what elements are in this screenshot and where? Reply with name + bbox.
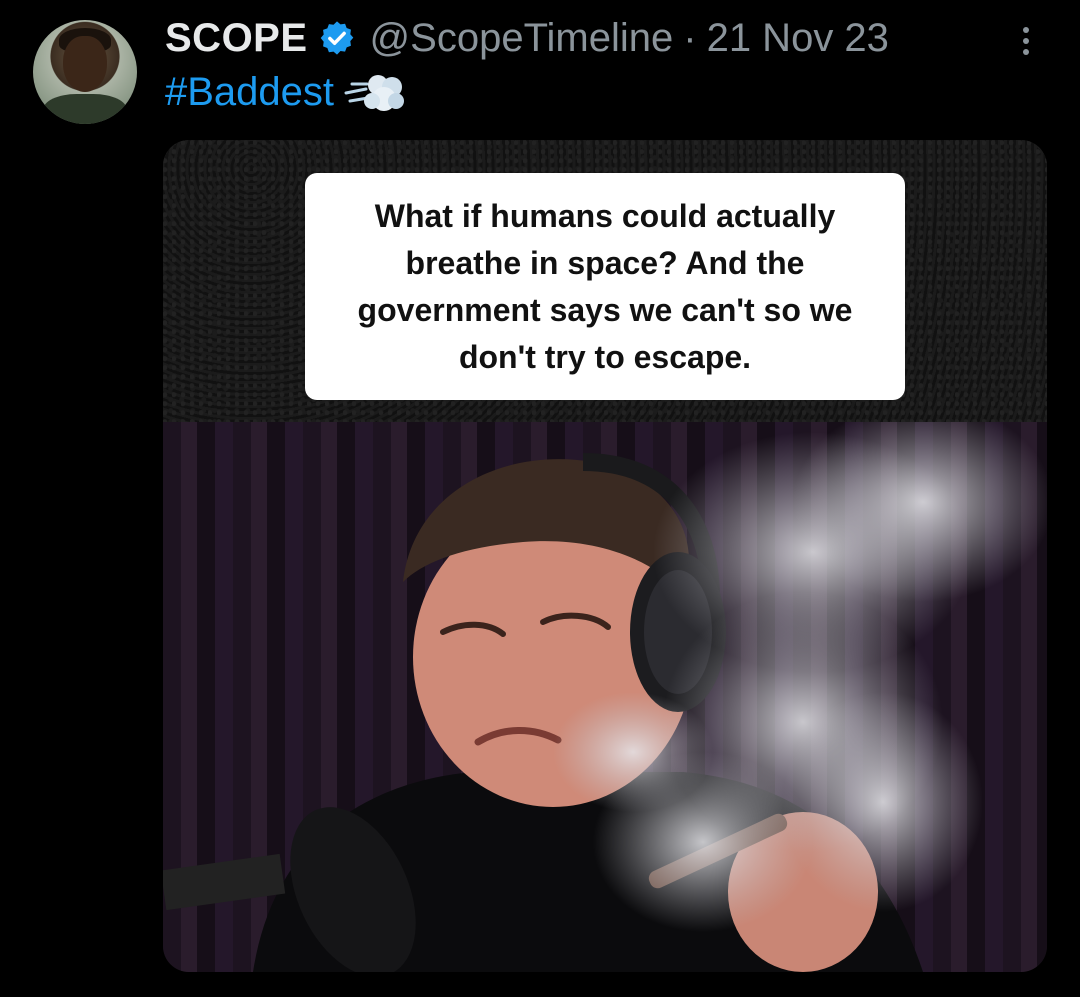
hashtag-link[interactable]: #Baddest [165,70,334,115]
tweet-header: SCOPE @ScopeTimeline · 21 Nov 23 [165,12,1045,64]
avatar-face [63,36,107,92]
more-vertical-icon[interactable] [1019,22,1033,62]
separator-dot: · [683,15,697,60]
author-name[interactable]: SCOPE [165,16,308,61]
meme-text-panel: What if humans could actually breathe in… [163,140,1047,422]
caption-box: What if humans could actually breathe in… [305,173,905,400]
tweet-text: #Baddest [165,70,406,115]
avatar[interactable] [33,20,137,124]
tweet-date[interactable]: 21 Nov 23 [707,16,889,61]
tweet-media[interactable]: What if humans could actually breathe in… [163,140,1047,972]
meme-caption: What if humans could actually breathe in… [357,197,853,375]
dashing-away-emoji-icon [344,74,405,111]
avatar-shirt [43,94,127,124]
verified-badge-icon[interactable] [318,19,356,57]
photo-illustration [163,422,1047,972]
author-handle[interactable]: @ScopeTimeline [370,16,674,61]
meme-photo [163,422,1047,972]
